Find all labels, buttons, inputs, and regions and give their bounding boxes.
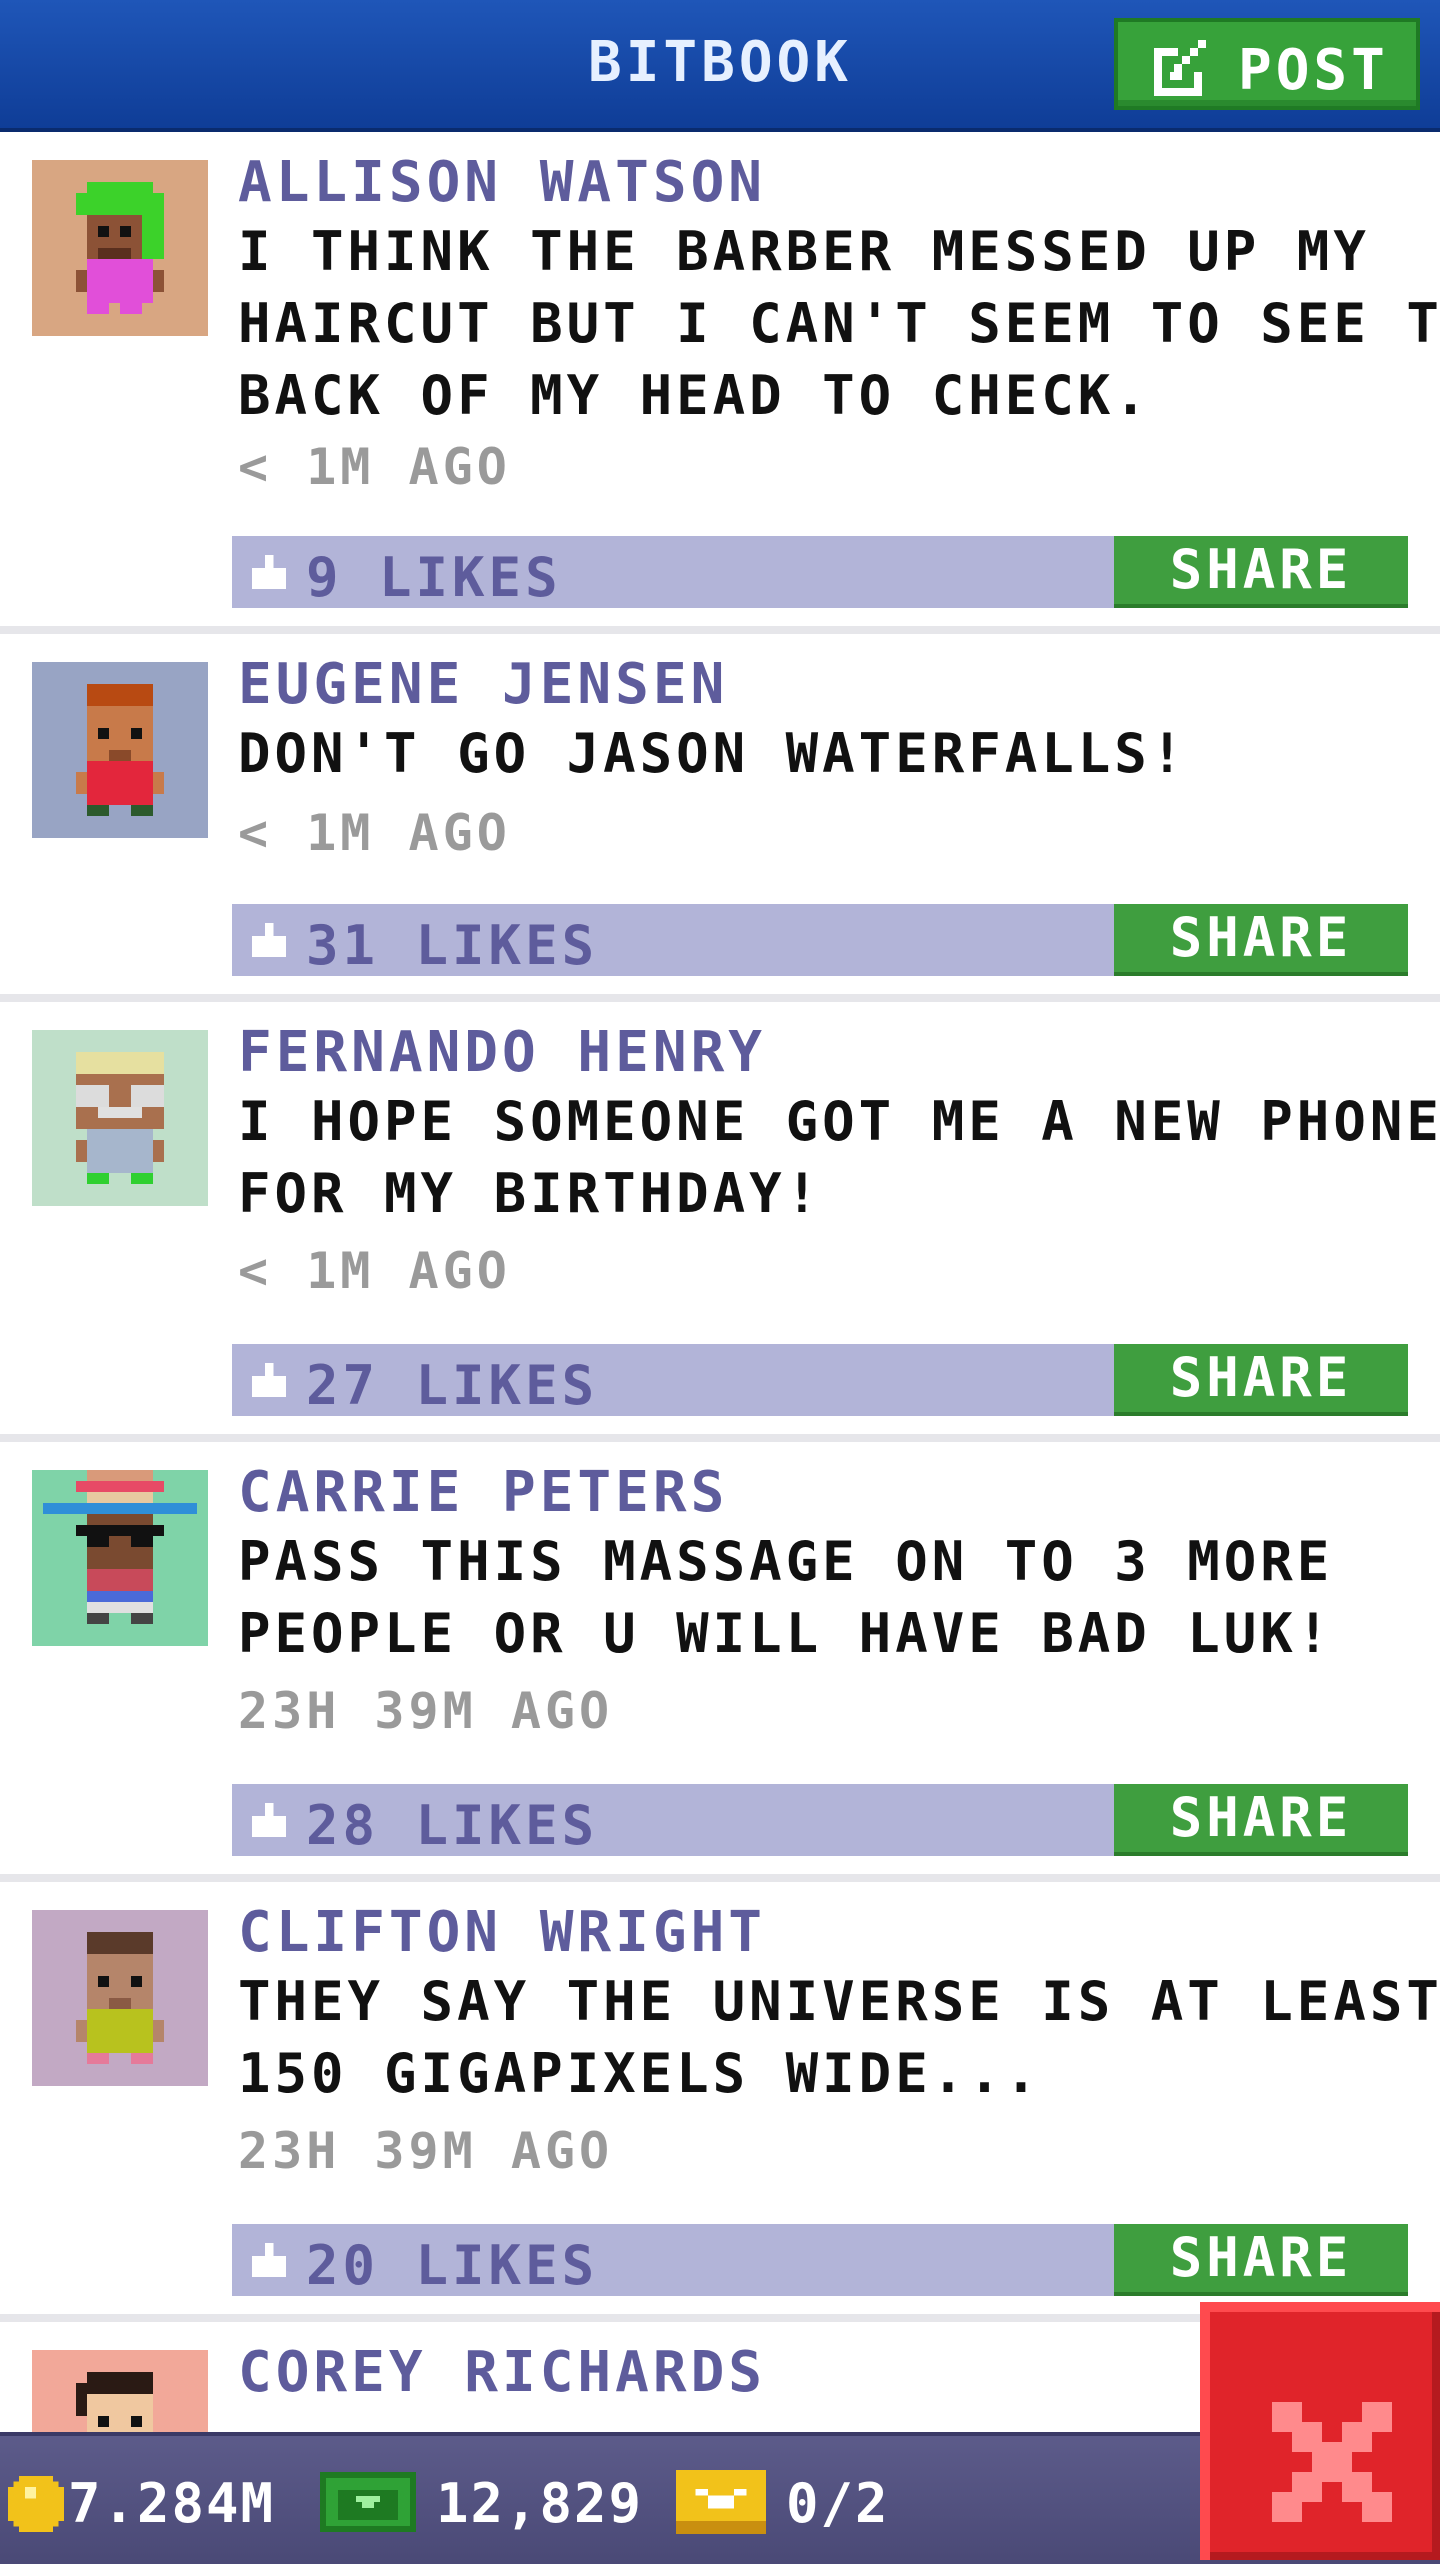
post-timestamp: 23H 39M AGO [238, 1682, 614, 1740]
feed-post: CLIFTON WRIGHT THEY SAY THE UNIVERSE IS … [0, 1882, 1440, 2322]
share-button[interactable]: SHARE [1114, 1344, 1408, 1416]
post-timestamp: 23H 39M AGO [238, 2122, 614, 2180]
post-message-line: I HOPE SOMEONE GOT ME A NEW PHONE [238, 1090, 1440, 1153]
post-message-line: 150 GIGAPIXELS WIDE... [238, 2042, 1042, 2105]
post-message-line: DON'T GO JASON WATERFALLS! [238, 722, 1188, 785]
post-message: THEY SAY THE UNIVERSE IS AT LEAST 150 GI… [238, 1966, 1440, 2110]
like-bar[interactable]: 28 LIKES SHARE [232, 1784, 1408, 1857]
post-divider [0, 1434, 1440, 1442]
thumbs-up-icon [252, 555, 286, 589]
post-message-line: FOR MY BIRTHDAY! [238, 1162, 823, 1225]
bux-amount: 12,829 [436, 2472, 644, 2535]
close-button[interactable] [1200, 2302, 1440, 2560]
post-timestamp: < 1M AGO [238, 1242, 511, 1300]
like-count: 27 LIKES [306, 1354, 599, 1417]
post-author[interactable]: CARRIE PETERS [238, 1460, 728, 1525]
feed-post: CARRIE PETERS PASS THIS MASSAGE ON TO 3 … [0, 1442, 1440, 1882]
post-divider [0, 626, 1440, 634]
top-bar: BITBOOK POST [0, 0, 1440, 132]
post-timestamp: < 1M AGO [238, 804, 511, 862]
news-feed[interactable]: ALLISON WATSON I THINK THE BARBER MESSED… [0, 132, 1440, 2432]
post-message: PASS THIS MASSAGE ON TO 3 MORE PEOPLE OR… [238, 1526, 1428, 1670]
post-message-line: BACK OF MY HEAD TO CHECK. [238, 364, 1151, 427]
avatar-short-hair-icon[interactable] [32, 2350, 208, 2432]
post-message-line: PEOPLE OR U WILL HAVE BAD LUK! [238, 1602, 1334, 1665]
post-button-label: POST [1238, 38, 1389, 103]
post-message: I HOPE SOMEONE GOT ME A NEW PHONE FOR MY… [238, 1086, 1440, 1230]
like-count: 9 LIKES [306, 546, 562, 609]
like-count: 28 LIKES [306, 1794, 599, 1857]
like-bar[interactable]: 27 LIKES SHARE [232, 1344, 1408, 1417]
post-button[interactable]: POST [1114, 18, 1420, 110]
post-author[interactable]: EUGENE JENSEN [238, 652, 728, 717]
close-icon [1272, 2402, 1392, 2522]
like-count: 20 LIKES [306, 2234, 599, 2297]
avatar-glasses-icon[interactable] [32, 1030, 208, 1206]
post-author[interactable]: ALLISON WATSON [238, 150, 766, 215]
tickets-amount: 0/2 [786, 2472, 890, 2535]
avatar-yellow-shirt-icon[interactable] [32, 1910, 208, 2086]
coins-counter[interactable]: 7.284M [8, 2458, 308, 2542]
tickets-counter[interactable]: 0/2 [676, 2458, 926, 2542]
thumbs-up-icon [252, 923, 286, 957]
vip-ticket-icon [676, 2470, 766, 2534]
feed-post: EUGENE JENSEN DON'T GO JASON WATERFALLS!… [0, 634, 1440, 1002]
coins-amount: 7.284M [68, 2472, 276, 2535]
feed-post: ALLISON WATSON I THINK THE BARBER MESSED… [0, 132, 1440, 634]
like-bar[interactable]: 31 LIKES SHARE [232, 904, 1408, 977]
bux-cash-icon [320, 2472, 416, 2532]
share-button[interactable]: SHARE [1114, 1784, 1408, 1856]
avatar-sombrero-icon[interactable] [32, 1470, 208, 1646]
share-button[interactable]: SHARE [1114, 536, 1408, 608]
post-message-line: HAIRCUT BUT I CAN'T SEEM TO SEE THE [238, 292, 1440, 355]
thumbs-up-icon [252, 1803, 286, 1837]
post-divider [0, 994, 1440, 1002]
share-button[interactable]: SHARE [1114, 904, 1408, 976]
like-bar[interactable]: 9 LIKES SHARE [232, 536, 1408, 609]
share-button[interactable]: SHARE [1114, 2224, 1408, 2296]
post-message-line: I THINK THE BARBER MESSED UP MY [238, 220, 1370, 283]
avatar-green-hair-icon[interactable] [32, 160, 208, 336]
coin-icon [8, 2476, 64, 2532]
post-divider [0, 1874, 1440, 1882]
post-author[interactable]: COREY RICHARDS [238, 2340, 766, 2405]
post-message-line: PASS THIS MASSAGE ON TO 3 MORE [238, 1530, 1334, 1593]
compose-icon [1154, 40, 1206, 96]
thumbs-up-icon [252, 1363, 286, 1397]
bux-counter[interactable]: 12,829 [320, 2458, 650, 2542]
like-count: 31 LIKES [306, 914, 599, 977]
thumbs-up-icon [252, 2243, 286, 2277]
feed-post: FERNANDO HENRY I HOPE SOMEONE GOT ME A N… [0, 1002, 1440, 1442]
post-message-line: THEY SAY THE UNIVERSE IS AT LEAST [238, 1970, 1440, 2033]
avatar-red-shirt-icon[interactable] [32, 662, 208, 838]
post-author[interactable]: CLIFTON WRIGHT [238, 1900, 766, 1965]
post-author[interactable]: FERNANDO HENRY [238, 1020, 766, 1085]
post-message: DON'T GO JASON WATERFALLS! [238, 718, 1428, 790]
post-timestamp: < 1M AGO [238, 438, 511, 496]
post-message: I THINK THE BARBER MESSED UP MY HAIRCUT … [238, 216, 1440, 432]
like-bar[interactable]: 20 LIKES SHARE [232, 2224, 1408, 2297]
